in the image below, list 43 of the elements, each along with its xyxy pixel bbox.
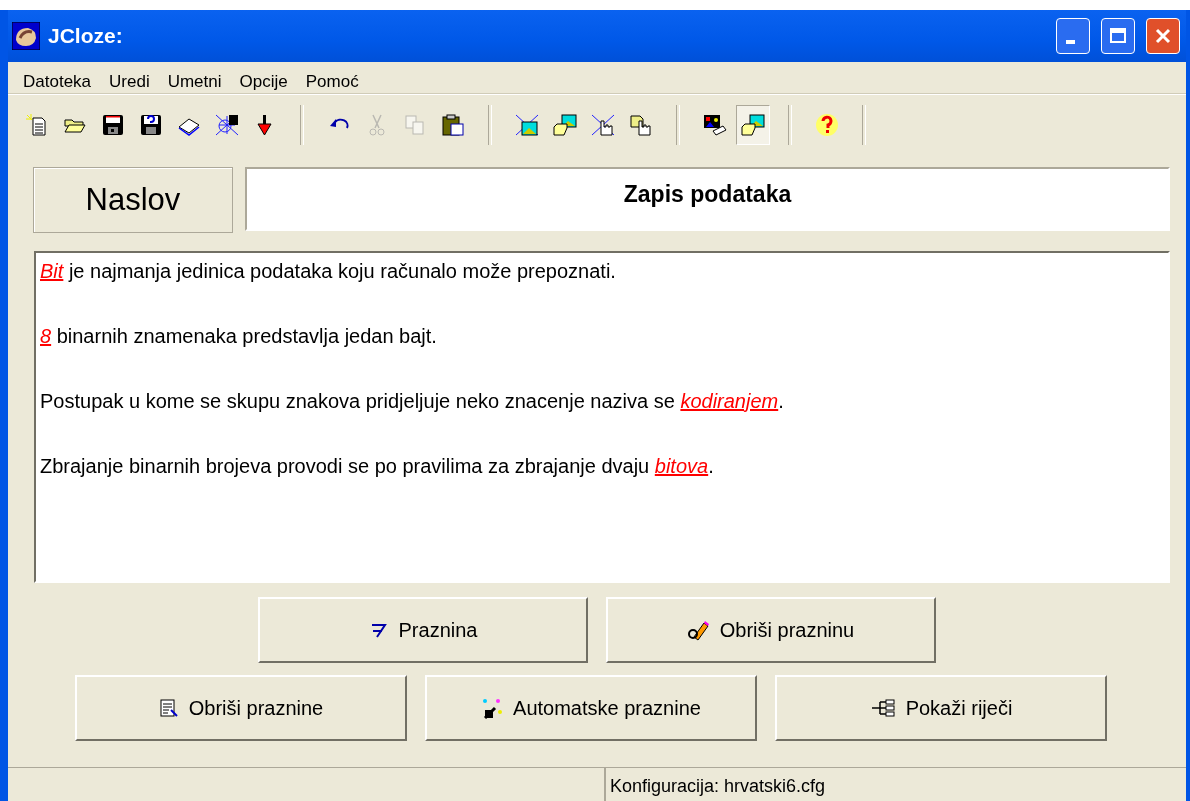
window-title: JCloze: — [48, 24, 124, 48]
folder-hand-icon — [629, 113, 653, 137]
cloze-sentence: Postupak u kome se skupu znakova pridjeljuje neko znacenje naziva se kodiranjem. — [40, 389, 785, 413]
app-logo-icon — [12, 22, 40, 50]
folder-picture-icon — [741, 113, 765, 137]
action-button[interactable]: Obriši praznine — [75, 675, 407, 741]
close-icon — [1154, 27, 1172, 45]
web-hand-icon — [591, 113, 615, 137]
action-button[interactable]: Obriši prazninu — [606, 597, 936, 663]
minimize-icon — [1065, 40, 1075, 44]
menu-item[interactable]: Umetni — [158, 68, 231, 93]
action-button[interactable]: Pokaži riječi — [775, 675, 1107, 741]
eraser-icon — [687, 619, 710, 641]
menu-item[interactable]: Opcije — [230, 68, 297, 93]
cloze-sentence: Bit je najmanja jedinica podataka koju računalo može prepoznati. — [40, 259, 617, 283]
web-picture-icon — [515, 113, 539, 137]
title-label: Naslov — [33, 167, 233, 233]
minimize-button[interactable] — [1056, 18, 1090, 54]
maximize-button[interactable] — [1101, 18, 1135, 54]
help-icon — [815, 113, 839, 137]
action-button[interactable]: Automatske praznine — [425, 675, 757, 741]
menu-item[interactable]: Pomoć — [296, 68, 368, 93]
web-number-icon — [215, 113, 239, 137]
toolbar-button[interactable] — [736, 105, 770, 145]
tree-icon — [869, 698, 896, 718]
floppy-question-icon — [139, 113, 163, 137]
cloze-sentence: Zbrajanje binarnih brojeva provodi se po pravilima za zbrajanje dvaju bitova. — [40, 454, 715, 478]
folder-picture-icon — [553, 113, 577, 137]
new-document-icon — [25, 113, 49, 137]
menu-item[interactable]: Uredi — [100, 68, 159, 93]
config-status: Konfiguracija: hrvatski6.cfg — [609, 775, 827, 798]
maximize-icon — [1109, 27, 1127, 45]
title-field[interactable]: Zapis podataka — [245, 167, 1170, 231]
close-button[interactable] — [1146, 18, 1180, 54]
action-button[interactable]: Praznina — [258, 597, 588, 663]
magic-wand-icon — [481, 697, 504, 719]
cloze-sentence: 8 binarnih znamenaka predstavlja jedan bajt. — [40, 324, 438, 348]
menu-item[interactable]: Datoteka — [14, 68, 101, 93]
picture-tag-icon — [703, 113, 727, 137]
text-area[interactable] — [34, 251, 1170, 583]
list-icon — [158, 698, 179, 718]
clipboard-icon — [441, 113, 465, 137]
copy-icon — [403, 113, 427, 137]
